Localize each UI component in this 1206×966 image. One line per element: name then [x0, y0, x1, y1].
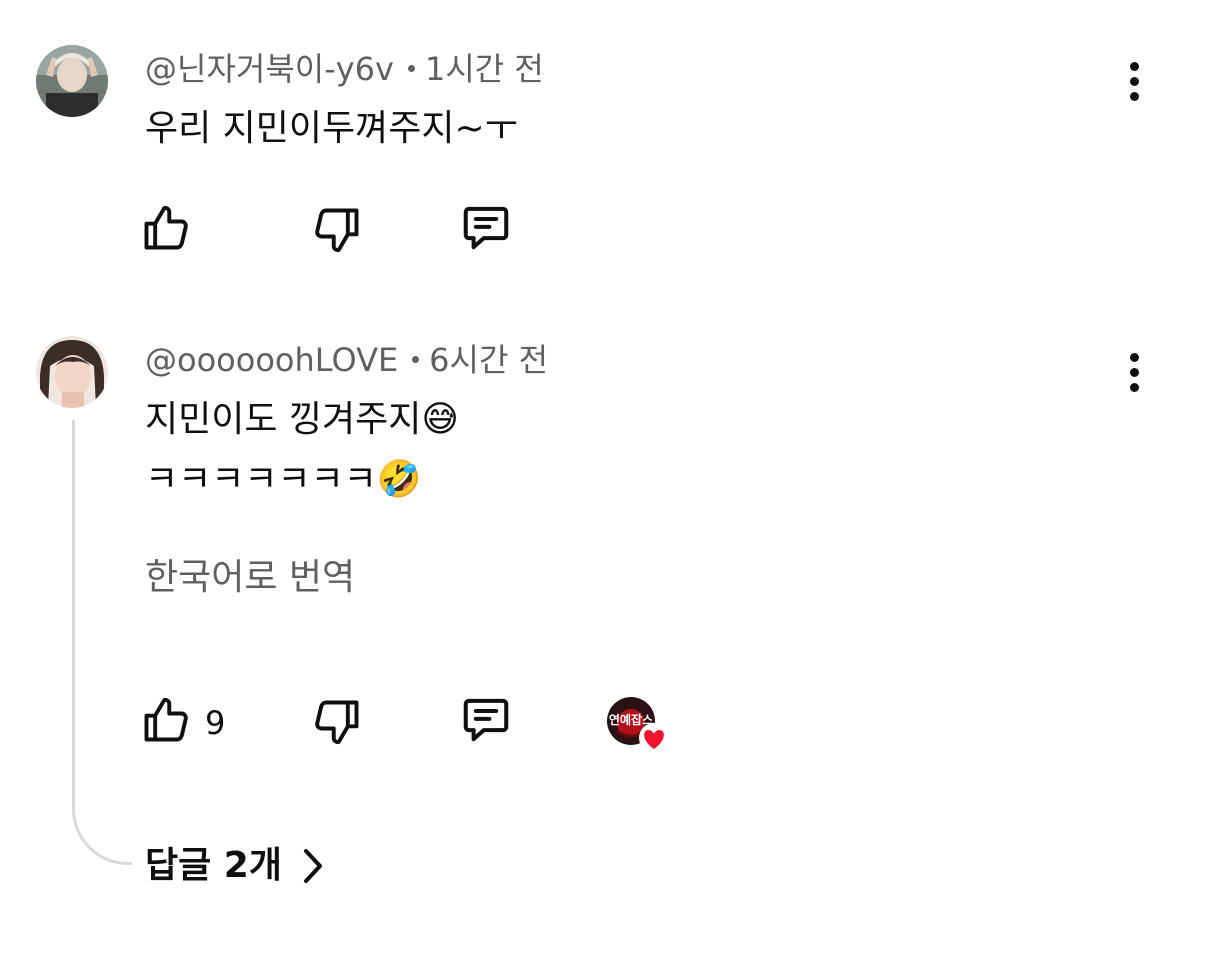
thumbs-up-icon: [144, 697, 188, 742]
thumbs-down-icon: [315, 700, 359, 745]
chevron-right-icon: [303, 849, 322, 883]
more-vert-icon-dot: [1129, 382, 1139, 392]
comments-page: @닌자거북이-y6v 1시간 전 우리 지민이두껴주지~ㅜ @oooooohLO…: [0, 0, 1206, 966]
like-count: 9: [205, 704, 226, 742]
comment-text: 우리 지민이두껴주지~ㅜ: [145, 108, 518, 149]
avatar[interactable]: [36, 336, 108, 408]
comment-text-line: ㅋㅋㅋㅋㅋㅋㅋ🤣: [145, 459, 422, 500]
dislike-button[interactable]: [307, 200, 367, 260]
replies-label: 답글 2개: [145, 845, 282, 886]
comment-meta: @oooooohLOVE 6시간 전: [145, 344, 548, 376]
separator-dot: [412, 355, 420, 363]
reply-button[interactable]: [456, 690, 516, 750]
thread-line: [72, 420, 132, 865]
author-handle[interactable]: @oooooohLOVE: [145, 341, 398, 379]
comment-time: 6시간 전: [429, 341, 549, 379]
more-vert-icon: [1129, 352, 1139, 362]
comment-meta: @닌자거북이-y6v 1시간 전: [145, 53, 544, 85]
thumbs-down-icon: [315, 208, 359, 253]
like-button[interactable]: [136, 690, 196, 750]
reply-icon: [463, 206, 509, 250]
more-vert-icon-dot: [1129, 91, 1139, 101]
like-button[interactable]: [136, 198, 196, 258]
comment-menu-button[interactable]: [1114, 53, 1154, 109]
comment-time: 1시간 전: [424, 50, 544, 88]
thumbs-up-icon: [144, 205, 188, 250]
more-vert-icon-dot: [1129, 76, 1139, 86]
creator-heart-badge: 연예잡스: [607, 697, 671, 753]
creator-badge-text: 연예잡스: [609, 712, 653, 727]
dislike-button[interactable]: [307, 692, 367, 752]
comment-text-line: 지민이도 낑겨주지😅: [145, 399, 459, 440]
more-vert-icon-dot: [1129, 367, 1139, 377]
heart-icon: [639, 723, 669, 753]
view-replies-button[interactable]: 답글 2개: [145, 848, 324, 884]
translate-button[interactable]: 한국어로 번역: [145, 560, 355, 596]
author-handle[interactable]: @닌자거북이-y6v: [145, 50, 394, 88]
avatar[interactable]: [36, 45, 108, 117]
reply-button[interactable]: [456, 198, 516, 258]
comment-menu-button[interactable]: [1114, 344, 1154, 400]
reply-icon: [463, 698, 509, 742]
more-vert-icon: [1129, 61, 1139, 71]
separator-dot: [407, 64, 415, 72]
